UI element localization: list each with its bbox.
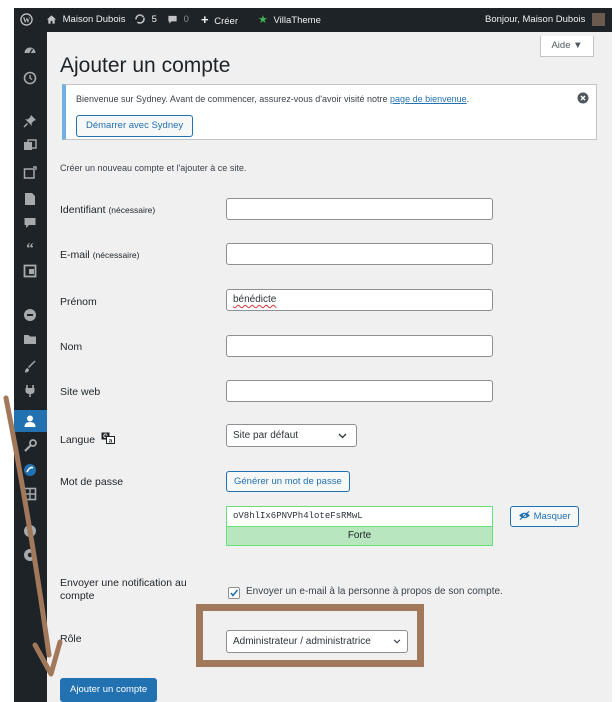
site-name: Maison Dubois: [62, 14, 126, 25]
tools-icon[interactable]: [23, 439, 37, 453]
comment-icon: [168, 15, 177, 24]
email-input[interactable]: [226, 243, 493, 265]
notice-text: Bienvenue sur Sydney. Avant de commencer…: [76, 94, 469, 104]
svg-text:W: W: [23, 15, 31, 24]
first-name-label: Prénom: [60, 296, 97, 308]
password-label: Mot de passe: [60, 476, 124, 488]
first-name-value: bénédicte: [233, 294, 277, 305]
notice-text-before: Bienvenue sur Sydney. Avant de commencer…: [76, 94, 391, 104]
dashboard-icon[interactable]: [23, 44, 37, 58]
clock-icon[interactable]: [23, 71, 37, 85]
admin-sidebar: “: [14, 32, 47, 702]
language-value: Site par défaut: [233, 430, 299, 441]
email-required-note: (nécessaire): [92, 250, 140, 260]
email-label: E-mail (nécessaire): [60, 249, 139, 261]
greeting: Bonjour, Maison Dubois: [485, 14, 586, 25]
admin-bar-comments[interactable]: 0: [167, 8, 189, 32]
folder-icon[interactable]: [23, 332, 37, 346]
admin-bar-updates[interactable]: 5: [134, 8, 157, 32]
brush-icon[interactable]: [23, 360, 37, 374]
username-label-text: Identifiant: [60, 204, 106, 216]
chevron-down-icon: [338, 433, 347, 439]
users-icon[interactable]: [23, 414, 37, 428]
plus-icon: +: [201, 12, 209, 27]
theme-label: VillaTheme: [273, 15, 321, 26]
intro-text: Créer un nouveau compte et l'ajouter à c…: [60, 163, 247, 173]
welcome-notice: Bienvenue sur Sydney. Avant de commencer…: [62, 84, 597, 140]
grid-icon[interactable]: [23, 487, 37, 501]
website-input[interactable]: [226, 380, 493, 402]
admin-bar-site[interactable]: Maison Dubois: [46, 8, 125, 32]
add-account-button[interactable]: Ajouter un compte: [60, 678, 158, 702]
collapse-icon[interactable]: [23, 548, 37, 562]
admin-bar-account[interactable]: Bonjour, Maison Dubois: [485, 8, 605, 32]
quote-icon[interactable]: “: [23, 240, 37, 254]
password-input[interactable]: oV8hlIx6PNVPh4loteFsRMwL: [226, 506, 493, 526]
language-select[interactable]: Site par défaut: [226, 424, 357, 447]
avatar: [591, 12, 605, 26]
star-icon: ★: [258, 14, 268, 26]
circle-icon[interactable]: [23, 308, 37, 322]
comment-icon[interactable]: [23, 216, 37, 230]
main-content: Aide ▼ Ajouter un compte Bienvenue sur S…: [47, 32, 612, 702]
last-name-input[interactable]: [226, 335, 493, 357]
plugin-icon[interactable]: [23, 384, 37, 398]
eye-slash-icon: [519, 511, 530, 520]
password-strength-indicator: Forte: [226, 526, 493, 546]
admin-bar-theme[interactable]: ★ VillaTheme: [258, 8, 321, 32]
wordpress-logo-icon[interactable]: W: [20, 8, 33, 32]
media-icon[interactable]: [23, 139, 37, 153]
admin-bar: W Maison Dubois 5 0 + Créer ★ VillaTheme…: [14, 8, 612, 32]
comments-count: 0: [183, 14, 189, 25]
hide-password-button[interactable]: Masquer: [510, 506, 579, 527]
email-label-text: E-mail: [60, 249, 90, 261]
role-label: Rôle: [60, 633, 82, 645]
layout-icon[interactable]: [23, 264, 37, 278]
username-required-note: (nécessaire): [108, 205, 156, 215]
language-label: Langue Ga: [60, 432, 115, 446]
page-title: Ajouter un compte: [60, 54, 231, 77]
wp-admin-window: W Maison Dubois 5 0 + Créer ★ VillaTheme…: [14, 8, 612, 702]
notification-label: Envoyer une notification au compte: [60, 577, 187, 602]
notification-checkbox[interactable]: [228, 587, 240, 599]
hide-password-label: Masquer: [533, 511, 571, 522]
website-label: Site web: [60, 386, 101, 398]
dismiss-notice-icon[interactable]: [577, 92, 589, 104]
new-label: Créer: [214, 16, 238, 27]
page-icon[interactable]: [23, 166, 37, 180]
sydney-icon[interactable]: [23, 463, 37, 477]
document-icon[interactable]: [23, 192, 37, 206]
notice-text-after: .: [466, 94, 470, 104]
welcome-page-link[interactable]: page de bienvenue: [390, 94, 467, 104]
home-icon: [46, 15, 57, 24]
help-tab-button[interactable]: Aide ▼: [540, 36, 594, 57]
last-name-label: Nom: [60, 341, 83, 353]
first-name-input[interactable]: bénédicte: [226, 289, 493, 311]
generate-password-button[interactable]: Générer un mot de passe: [226, 471, 350, 492]
role-highlight-annotation: [196, 604, 424, 667]
updates-count: 5: [151, 14, 157, 25]
checkmark-icon: [230, 589, 239, 597]
start-sydney-button[interactable]: Démarrer avec Sydney: [76, 115, 194, 137]
updates-icon: [135, 14, 145, 25]
language-label-text: Langue: [60, 434, 96, 446]
username-input[interactable]: [226, 198, 493, 220]
translate-icon: Ga: [101, 432, 115, 445]
notification-checkbox-label: Envoyer un e-mail à la personne à propos…: [246, 586, 503, 597]
pin-icon[interactable]: [23, 114, 37, 128]
svg-text:“: “: [26, 241, 34, 254]
admin-bar-new[interactable]: + Créer: [201, 8, 238, 32]
play-circle-icon[interactable]: [23, 524, 37, 538]
username-label: Identifiant (nécessaire): [60, 204, 155, 216]
